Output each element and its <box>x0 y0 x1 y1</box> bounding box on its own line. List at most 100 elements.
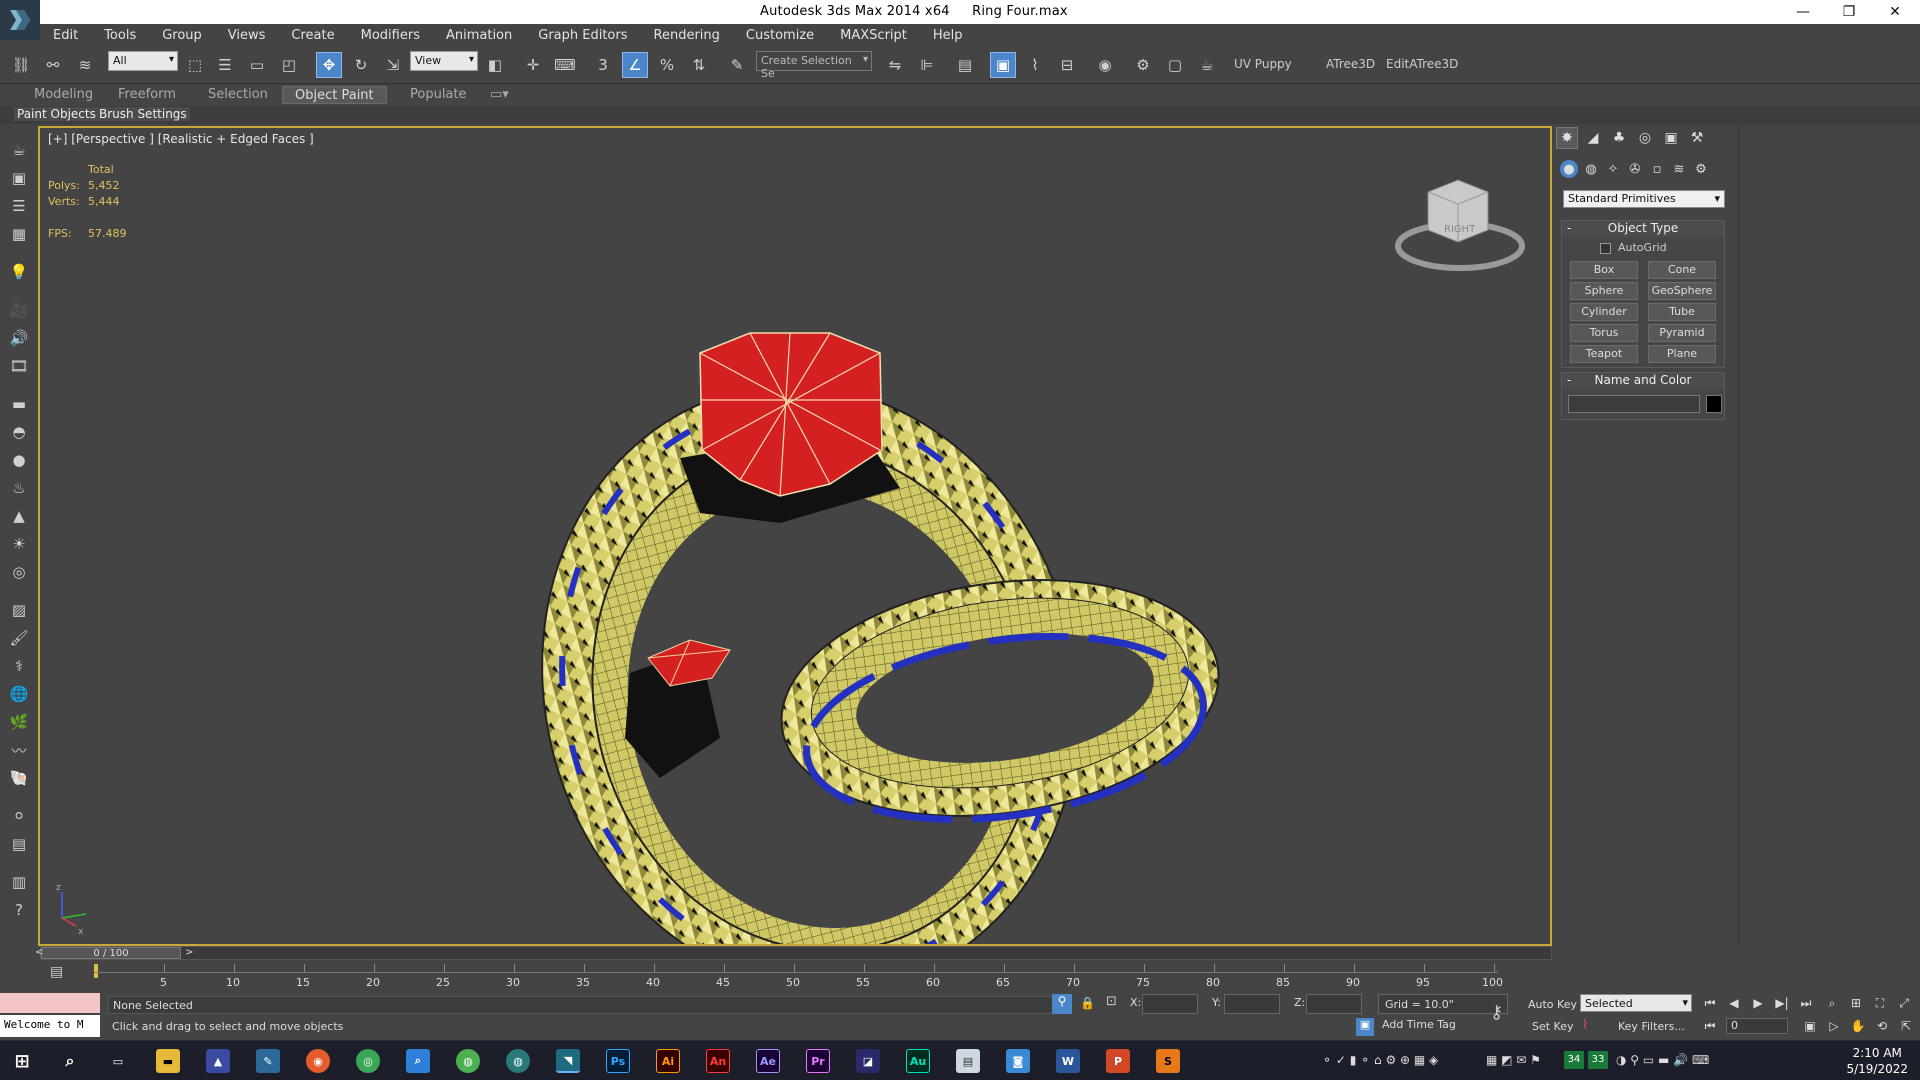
key-curve-icon[interactable]: ⌇ <box>1582 1018 1588 1033</box>
sphere-button[interactable]: Sphere <box>1570 282 1638 300</box>
menu-animation[interactable]: Animation <box>433 28 525 43</box>
tray-badge-33[interactable]: 33 <box>1588 1051 1608 1069</box>
menu-graph-editors[interactable]: Graph Editors <box>525 28 640 43</box>
app-icon[interactable]: ▲ <box>206 1049 230 1073</box>
menu-help[interactable]: Help <box>920 28 976 43</box>
spacewarps-icon[interactable]: ≋ <box>1670 160 1688 178</box>
teapot-prim-icon[interactable]: ♨ <box>7 476 31 500</box>
render-setup-icon[interactable]: ⚙ <box>1130 52 1156 78</box>
name-and-color-header[interactable]: - Name and Color <box>1562 373 1724 389</box>
prev-frame-icon[interactable]: ◀ <box>1724 993 1744 1013</box>
maxscript-listener-top[interactable] <box>0 993 100 1013</box>
animate-icon[interactable]: An <box>706 1049 730 1073</box>
plane-button[interactable]: Plane <box>1648 345 1716 363</box>
tray-icons[interactable]: ⚬ ✓ ▮ ⚬ ⌂ ⚙ ⊕ ▦ ◈ <box>1322 1053 1438 1067</box>
sound-icon[interactable]: 🔊 <box>7 326 31 350</box>
orbit-icon[interactable]: ⟲ <box>1872 1016 1892 1036</box>
globe-app-icon[interactable]: ◍ <box>456 1049 480 1073</box>
select-scale-icon[interactable]: ⇲ <box>380 52 406 78</box>
film-icon[interactable]: 🎞 <box>7 354 31 378</box>
word-icon[interactable]: W <box>1056 1049 1080 1073</box>
plugin-uv-puppy[interactable]: UV Puppy <box>1234 57 1292 71</box>
select-rotate-icon[interactable]: ↻ <box>348 52 374 78</box>
ball-icon[interactable]: ⚪ <box>7 804 31 828</box>
autogrid-checkbox[interactable] <box>1600 243 1611 254</box>
teapot-button[interactable]: Teapot <box>1570 345 1638 363</box>
edit-named-selection-icon[interactable]: ✎ <box>724 52 750 78</box>
taskbar-clock[interactable]: 2:10 AM 5/19/2022 <box>1846 1045 1908 1077</box>
brush-settings-panel[interactable]: Brush Settings <box>96 107 190 121</box>
helpers-icon[interactable]: ▫ <box>1648 160 1666 178</box>
abs-mode-icon[interactable]: ⊡ <box>1106 994 1117 1009</box>
play-icon[interactable]: ▶ <box>1748 993 1768 1013</box>
cylinder-button[interactable]: Cylinder <box>1570 303 1638 321</box>
time-slider[interactable]: 0 / 100 < > <box>35 946 1552 960</box>
select-object-icon[interactable]: ⬚ <box>182 52 208 78</box>
maxscript-listener[interactable]: Welcome to M <box>0 1015 100 1037</box>
shapes-icon[interactable]: ◍ <box>1582 160 1600 178</box>
torus-button[interactable]: Torus <box>1570 324 1638 342</box>
mini-curve-editor-icon[interactable]: ▤ <box>50 964 72 986</box>
app-icon[interactable]: ▤ <box>956 1049 980 1073</box>
select-manipulate-icon[interactable]: ✛ <box>520 52 546 78</box>
angle-snap-icon[interactable]: ∠ <box>622 52 648 78</box>
tray-icons-3[interactable]: ◑ ⚲ ▭ ▬ 🔊 ⌨ <box>1616 1053 1709 1067</box>
tab-populate[interactable]: Populate <box>398 86 479 104</box>
key-mode-toggle-icon[interactable]: ⏮ <box>1700 1016 1720 1036</box>
globe-icon[interactable]: 🌐 <box>7 682 31 706</box>
disc-icon[interactable]: ◎ <box>7 560 31 584</box>
app-icon[interactable]: ✎ <box>256 1049 280 1073</box>
app-logo-icon[interactable] <box>0 0 40 40</box>
percent-snap-icon[interactable]: % <box>654 52 680 78</box>
pan-icon[interactable]: ✋ <box>1848 1016 1868 1036</box>
powerpoint-icon[interactable]: P <box>1106 1049 1130 1073</box>
file-explorer-icon[interactable]: ▬ <box>156 1049 180 1073</box>
menu-customize[interactable]: Customize <box>733 28 827 43</box>
key-icon[interactable]: ⚷ <box>1490 1002 1503 1023</box>
goto-end-icon[interactable]: ⏭ <box>1796 993 1816 1013</box>
start-icon[interactable]: ⊞ <box>10 1049 34 1073</box>
utilities-tab-icon[interactable]: ⚒ <box>1686 127 1708 149</box>
perspective-viewport[interactable]: [+] [Perspective ] [Realistic + Edged Fa… <box>38 126 1552 946</box>
rect-selection-icon[interactable]: ▭ <box>244 52 270 78</box>
menu-rendering[interactable]: Rendering <box>641 28 733 43</box>
reference-coordinate-dropdown[interactable]: View <box>410 51 478 71</box>
time-config-icon[interactable]: ▣ <box>1800 1016 1820 1036</box>
menu-tools[interactable]: Tools <box>91 28 149 43</box>
illustrator-icon[interactable]: Ai <box>656 1049 680 1073</box>
ring-scene[interactable]: RIGHT z x <box>40 128 1550 944</box>
schematic-view-icon[interactable]: ⊟ <box>1054 52 1080 78</box>
slider-next-icon[interactable]: > <box>185 947 193 958</box>
add-time-tag[interactable]: Add Time Tag <box>1382 1018 1456 1031</box>
app-icon[interactable]: ⌕ <box>406 1049 430 1073</box>
zoom-all-icon[interactable]: ⊞ <box>1846 993 1866 1013</box>
hemisphere-icon[interactable]: ◓ <box>7 420 31 444</box>
geometry-icon[interactable]: ● <box>1560 160 1578 178</box>
z-coord-field[interactable] <box>1306 994 1362 1014</box>
goto-start-icon[interactable]: ⏮ <box>1700 993 1720 1013</box>
curve-editor-icon[interactable]: ⌇ <box>1022 52 1048 78</box>
y-coord-field[interactable] <box>1224 994 1280 1014</box>
calculator-icon[interactable]: ▤ <box>7 832 31 856</box>
track-bar[interactable]: 5 10 15 20 25 30 35 40 45 50 55 60 65 70… <box>94 962 1504 990</box>
photoshop-icon[interactable]: Ps <box>606 1049 630 1073</box>
hair-icon[interactable]: 〰 <box>7 738 31 762</box>
graphite-toggle-icon[interactable]: ▣ <box>990 52 1016 78</box>
next-frame-icon[interactable]: ▶| <box>1772 993 1792 1013</box>
key-mode-dropdown[interactable]: Selected ▾ <box>1580 994 1692 1012</box>
auto-key-button[interactable]: Auto Key <box>1528 998 1577 1011</box>
layer-manager-icon[interactable]: ▤ <box>952 52 978 78</box>
align-icon[interactable]: ⊫ <box>914 52 940 78</box>
object-color-swatch[interactable] <box>1706 395 1722 413</box>
plant-icon[interactable]: 🌿 <box>7 710 31 734</box>
rendered-frame-icon[interactable]: ▢ <box>1162 52 1188 78</box>
cameras-icon[interactable]: ✇ <box>1626 160 1644 178</box>
time-slider-thumb[interactable]: 0 / 100 <box>41 947 181 959</box>
tab-object-paint[interactable]: Object Paint <box>282 86 387 104</box>
spinner-snap-icon[interactable]: ⇅ <box>686 52 712 78</box>
sphere-icon[interactable]: ● <box>7 448 31 472</box>
restore-button[interactable]: ❐ <box>1826 0 1872 24</box>
mirror-icon[interactable]: ⇋ <box>882 52 908 78</box>
snaps-toggle-icon[interactable]: 3 <box>590 52 616 78</box>
camera-icon[interactable]: 🎥 <box>7 298 31 322</box>
